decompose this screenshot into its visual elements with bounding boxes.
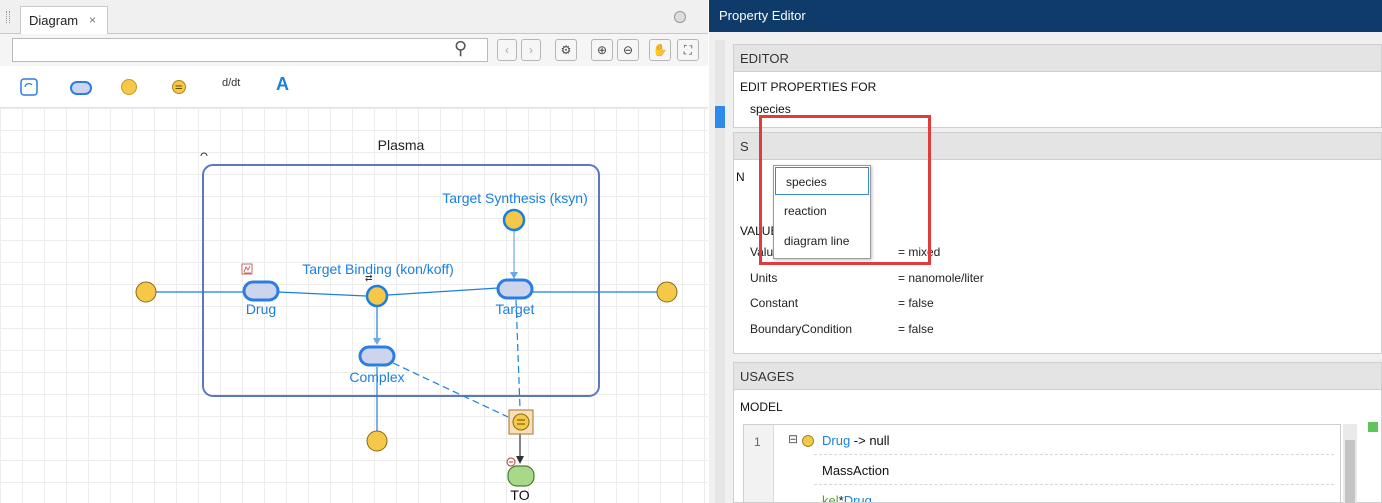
zoom-out-icon[interactable]: ⊖ [617,39,639,61]
prop-value-value[interactable]: = mixed [898,245,940,259]
compartment-label: Plasma [378,137,425,153]
usage-rate-expression: kel*Drug [822,493,872,502]
edit-properties-label: EDIT PROPERTIES FOR [740,80,877,94]
label-to: TO [510,487,529,503]
section-editor-header[interactable]: EDITOR [733,44,1382,72]
search-toolbar: ⚲ ‹ › ⚙ ⊕ ⊖ ✋ ⛶ [0,34,708,66]
usage-row-rate[interactable]: kel*Drug [814,485,1334,502]
pan-hand-icon[interactable]: ✋ [649,39,671,61]
label-target: Target [496,301,535,317]
usage-scrollbar-thumb[interactable] [1345,440,1355,503]
null-node[interactable] [135,281,157,303]
usage-row-reaction[interactable]: Drug -> null [814,425,1334,455]
dropdown-option-reaction[interactable]: reaction [774,197,870,225]
label-drug: Drug [246,301,276,317]
reaction-binding-node[interactable] [365,284,389,308]
prop-value-boundary-condition[interactable]: = false [898,322,934,336]
species-complex[interactable] [358,345,396,367]
dropdown-option-species[interactable]: species [775,167,869,195]
property-editor-panel: Property Editor EDITOR EDIT PROPERTIES F… [709,0,1382,503]
collapse-toggle-icon[interactable]: ⊟ [788,432,798,446]
prop-name-units: Units [750,271,778,285]
tab-close-icon[interactable]: × [89,13,96,27]
usage-scrollbar[interactable] [1343,424,1357,503]
edit-properties-dropdown: species reaction diagram line [773,165,871,259]
model-diagram: Plasma ⇄ Target Synthesis (ksyn) Target … [135,137,678,503]
usage-reaction-text: Drug -> null [822,433,890,448]
dropdown-option-diagram-line[interactable]: diagram line [774,227,870,255]
tab-grip-icon[interactable] [6,11,10,23]
usage-reaction-rest: -> null [850,433,890,448]
null-node[interactable] [366,430,388,452]
rate-rule-block-icon[interactable] [170,78,188,96]
rate-rule-icon [512,413,530,431]
label-target-synthesis: Target Synthesis (ksyn) [442,190,588,206]
block-palette: d/dt A [0,66,708,108]
property-editor-scrollbar[interactable] [715,40,725,503]
forward-button[interactable]: › [521,39,541,61]
annotation-text-icon[interactable]: A [276,74,289,95]
scrollbar-thumb[interactable] [715,106,725,128]
usage-rate-species[interactable]: Drug [844,493,872,502]
diagram-canvas[interactable]: Plasma ⇄ Target Synthesis (ksyn) Target … [0,108,708,503]
species-drug[interactable] [242,280,280,302]
usage-table: 1 ⊟ Drug -> null MassAction kel*Drug [743,424,1341,503]
section-species-header[interactable]: S [733,132,1382,160]
search-input[interactable] [12,38,488,62]
section-species-label: S [740,139,749,154]
tab-diagram[interactable]: Diagram × [20,6,108,34]
dashed-edge-line[interactable] [392,362,509,418]
prop-name-boundary-condition: BoundaryCondition [750,322,853,336]
fit-to-view-icon[interactable]: ⛶ [677,39,699,61]
zoom-in-icon[interactable]: ⊕ [591,39,613,61]
tab-diagram-label: Diagram [29,13,79,28]
reaction-block-icon[interactable] [120,78,138,96]
species-to[interactable] [507,465,535,487]
section-usages-header[interactable]: USAGES [733,362,1382,390]
settings-gear-icon[interactable]: ⚙ [555,39,577,61]
prop-name-constant: Constant [750,296,799,310]
arrowhead-icon [373,338,381,345]
usage-kinetic-law: MassAction [822,463,890,478]
property-editor-title: Property Editor [709,0,1382,32]
line-number: 1 [754,435,761,449]
null-node[interactable] [656,281,678,303]
panel-menu-icon[interactable] [674,11,686,23]
reaction-icon [802,435,814,447]
model-label: MODEL [740,400,783,414]
name-field-label: N [736,170,745,184]
diagram-panel: Diagram × ⚲ ‹ › ⚙ ⊕ ⊖ ✋ ⛶ d/dt A Plasma … [0,0,708,503]
compartment-link-icon [200,152,208,157]
label-complex: Complex [349,369,404,385]
tab-strip: Diagram × [0,0,708,34]
usage-reaction-species[interactable]: Drug [822,433,850,448]
property-editor-body: EDITOR EDIT PROPERTIES FOR species S N V… [733,44,1382,503]
edit-properties-select[interactable]: species [750,102,791,116]
section-editor-body: EDIT PROPERTIES FOR species [733,72,1382,128]
label-target-binding: Target Binding (kon/koff) [302,261,454,277]
status-marker-icon [1368,422,1378,432]
prop-value-constant[interactable]: = false [898,296,934,310]
usage-row-kinetic-law[interactable]: MassAction [814,455,1334,485]
usage-rate-param[interactable]: kel [822,493,839,502]
reaction-synthesis-node[interactable] [502,208,526,232]
arrowhead-icon [510,272,518,279]
species-block-icon[interactable] [70,81,92,95]
prop-value-units[interactable]: = nanomole/liter [898,271,984,285]
rate-icon[interactable]: d/dt [222,77,240,89]
line-number-gutter: 1 [744,425,774,502]
compartment-block-icon[interactable] [20,78,38,96]
search-icon[interactable]: ⚲ [454,38,467,59]
edge-line[interactable] [387,287,499,296]
edge-line[interactable] [277,291,367,297]
species-target[interactable] [496,278,534,300]
back-button[interactable]: ‹ [497,39,517,61]
arrowhead-icon [516,456,524,464]
